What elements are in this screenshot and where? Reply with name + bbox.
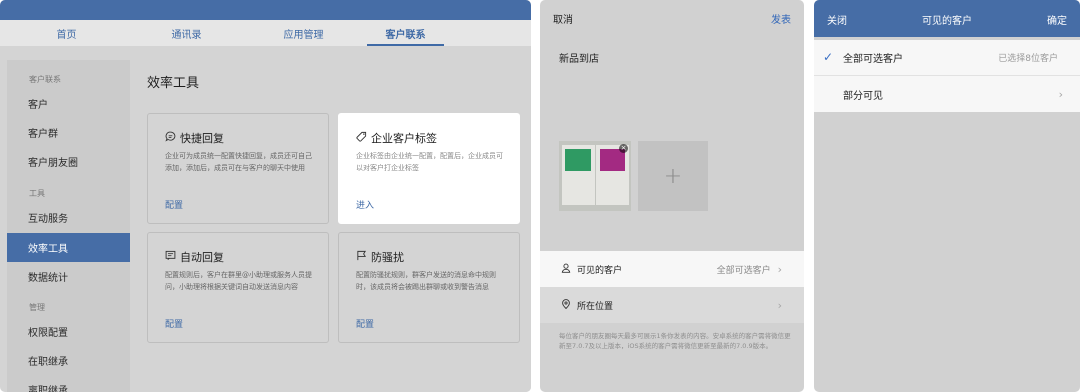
option-partial-visible[interactable]: 部分可见 › [814, 76, 1080, 112]
sidebar-item-onjob-transfer[interactable]: 在职继承 [7, 346, 130, 375]
chevron-right-icon: › [1058, 87, 1063, 101]
auto-reply-configure-link[interactable]: 配置 [165, 317, 183, 330]
option-all-customers[interactable]: ✓ 全部可选客户 已选择8位客户 [814, 40, 1080, 76]
visibility-header: 关闭 可见的客户 确定 [814, 0, 1080, 37]
visible-customers-label: 可见的客户 [577, 265, 623, 276]
selected-count-note: 已选择8位客户 [998, 54, 1058, 64]
sidebar-item-customer-groups[interactable]: 客户群 [7, 118, 130, 147]
tab-app-management[interactable]: 应用管理 [240, 20, 367, 46]
quick-reply-card: 快捷回复 企业可为成员统一配置快捷回复，成员还可自己添加，添加后，成员可在与客户… [147, 113, 329, 224]
sidebar-item-efficiency-tools[interactable]: 效率工具 [7, 233, 130, 262]
tab-home[interactable]: 首页 [0, 20, 133, 46]
customer-tag-enter-link[interactable]: 进入 [356, 198, 374, 211]
sidebar-item-customers[interactable]: 客户 [7, 89, 130, 118]
quick-reply-configure-link[interactable]: 配置 [165, 198, 183, 211]
console-top-bar [0, 0, 531, 20]
card-title: 自动回复 [180, 251, 224, 264]
card-description: 企业可为成员统一配置快捷回复，成员还可自己添加，添加后，成员可在与客户的聊天中使… [165, 152, 312, 172]
tab-customer-contact[interactable]: 客户联系 [367, 20, 444, 46]
efficiency-tools-main: 效率工具 快捷回复 企业可为成员统一配置快捷回复，成员还可自己添加，添加后，成员… [130, 60, 531, 392]
flag-icon [356, 250, 367, 264]
page-title: 效率工具 [147, 76, 200, 91]
card-title: 企业客户标签 [371, 132, 437, 145]
remove-photo-icon[interactable]: × [619, 144, 628, 153]
console-sidebar: 客户联系 客户 客户群 客户朋友圈 工具 互动服务 效率工具 数据统计 管理 权… [7, 60, 130, 392]
anti-harassment-configure-link[interactable]: 配置 [356, 317, 374, 330]
sidebar-section-customer: 客户联系 [29, 75, 61, 84]
card-description: 配置规则后，客户在群里@小助理或服务人员提问，小助理将根据关键词自动发送消息内容 [165, 271, 312, 291]
card-header: 防骚扰 [356, 249, 404, 265]
card-header: 自动回复 [165, 249, 224, 265]
admin-console-panel: 首页 通讯录 应用管理 客户联系 客户联系 客户 客户群 客户朋友圈 工具 互动… [0, 0, 531, 392]
sidebar-item-resign-transfer[interactable]: 离职继承 [7, 375, 130, 392]
card-title: 防骚扰 [371, 251, 404, 264]
auto-reply-card: 自动回复 配置规则后，客户在群里@小助理或服务人员提问，小助理将根据关键词自动发… [147, 232, 329, 343]
visible-customers-row[interactable]: 可见的客户 全部可选客户 › [540, 251, 804, 287]
sidebar-section-tools: 工具 [29, 189, 45, 198]
sidebar-item-statistics[interactable]: 数据统计 [7, 262, 130, 291]
sidebar-item-permissions[interactable]: 权限配置 [7, 317, 130, 346]
confirm-button[interactable]: 确定 [1047, 12, 1067, 27]
card-header: 快捷回复 [165, 130, 224, 146]
card-header: 企业客户标签 [356, 130, 437, 146]
visible-customers-panel: 关闭 可见的客户 确定 ✓ 全部可选客户 已选择8位客户 部分可见 › [814, 0, 1080, 392]
visibility-title: 可见的客户 [922, 16, 972, 27]
photo-detail [565, 149, 591, 171]
attached-photo[interactable]: × [559, 141, 631, 211]
option-partial-label: 部分可见 [843, 90, 883, 102]
card-description: 配置防骚扰规则，群客户发送的消息命中规则时，该成员将会被踢出群聊或收到警告消息 [356, 271, 496, 291]
sidebar-item-customer-moments[interactable]: 客户朋友圈 [7, 147, 130, 176]
sidebar-item-interaction[interactable]: 互动服务 [7, 203, 130, 232]
customer-tag-card[interactable]: 企业客户标签 企业标签由企业统一配置，配置后，企业成员可以对客户打企业标签 进入 [338, 113, 520, 224]
chevron-right-icon: › [777, 298, 782, 312]
card-description: 企业标签由企业统一配置，配置后，企业成员可以对客户打企业标签 [356, 152, 503, 172]
visible-customers-value: 全部可选客户 [716, 265, 771, 276]
console-tab-bar: 首页 通讯录 应用管理 客户联系 [0, 20, 531, 46]
option-all-label: 全部可选客户 [843, 54, 903, 65]
anti-harassment-card: 防骚扰 配置防骚扰规则，群客户发送的消息命中规则时，该成员将会被踢出群聊或收到警… [338, 232, 520, 343]
location-row[interactable]: 所在位置 › [540, 287, 804, 323]
chevron-right-icon: › [777, 262, 782, 276]
checkmark-icon: ✓ [823, 50, 834, 64]
tab-contacts[interactable]: 通讯录 [133, 20, 240, 46]
publish-button[interactable]: 发表 [771, 11, 791, 26]
tag-icon [356, 131, 367, 145]
card-title: 快捷回复 [180, 132, 224, 145]
cancel-button[interactable]: 取消 [553, 11, 573, 26]
moments-footnote: 每位客户的朋友圈每天最多可展示1条你发表的内容。安卓系统的客户需将微信更新至7.… [559, 332, 791, 350]
location-label: 所在位置 [577, 301, 614, 312]
location-pin-icon [561, 298, 571, 312]
add-photo-button[interactable]: + [638, 141, 708, 211]
chat-bubble-icon [165, 131, 176, 145]
compose-post-panel: 取消 发表 新品到店 × + 可见的客户 全部可选客户 › 所在位置 › 每位客… [540, 0, 804, 392]
post-text-input[interactable]: 新品到店 [559, 50, 599, 65]
auto-reply-icon [165, 250, 176, 264]
sidebar-section-admin: 管理 [29, 303, 45, 312]
person-icon [561, 263, 571, 276]
